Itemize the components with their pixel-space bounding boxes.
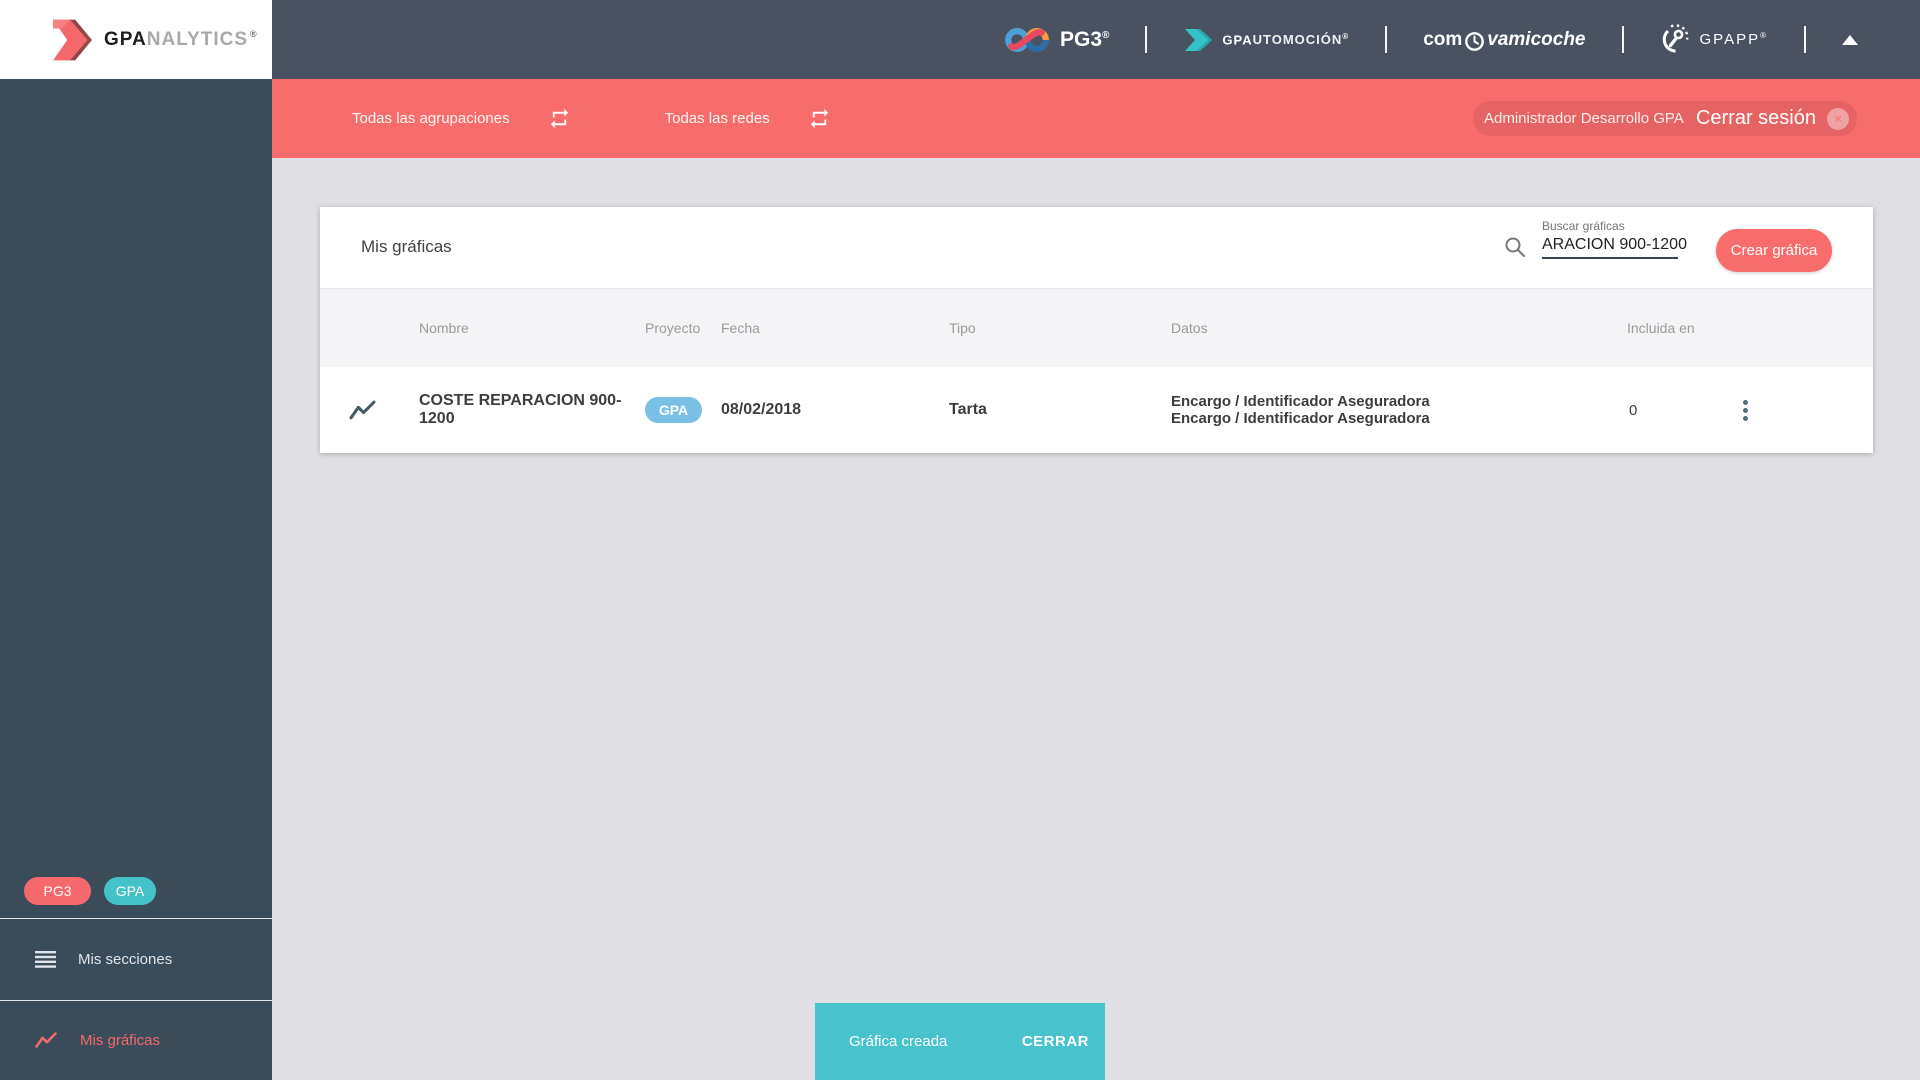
logout-close-icon[interactable]: ×	[1827, 107, 1849, 130]
search-icon[interactable]	[1503, 235, 1527, 259]
user-name-label: Administrador Desarrollo GPA	[1484, 110, 1684, 127]
gpa-analytics-arrow-icon	[46, 15, 92, 65]
row-tipo: Tarta	[949, 401, 987, 418]
col-header-incluida: Incluida en	[1627, 320, 1695, 336]
swap-agrupaciones-icon[interactable]	[548, 107, 571, 130]
logout-button[interactable]: Cerrar sesión	[1696, 107, 1816, 130]
row-menu-kebab-icon[interactable]	[1743, 399, 1749, 421]
top-bar: PG3® GPAUTOMOCIÓN® com vamicoche GPAPP®	[272, 0, 1920, 79]
col-header-fecha: Fecha	[721, 320, 760, 336]
snackbar-message: Gráfica creada	[849, 1033, 948, 1050]
search-label: Buscar gráficas	[1542, 219, 1625, 233]
topbar-divider	[1621, 26, 1624, 53]
menu-icon	[35, 950, 56, 968]
snackbar: Gráfica creada CERRAR	[815, 1003, 1105, 1080]
col-header-datos: Datos	[1171, 320, 1208, 336]
gpa-badge[interactable]: GPA	[104, 877, 156, 905]
filter-bar: Todas las agrupaciones Todas las redes A…	[272, 79, 1920, 158]
sidebar-item-mis-secciones[interactable]: Mis secciones	[0, 918, 272, 1000]
card-header: Mis gráficas Buscar gráficas ARACION 900…	[320, 207, 1873, 288]
app-logo-text: GPANALYTICS ®	[104, 28, 258, 50]
topbar-divider	[1145, 26, 1148, 53]
row-nombre: COSTE REPARACION 900-1200	[419, 392, 622, 427]
snackbar-close-button[interactable]: CERRAR	[1022, 1033, 1089, 1050]
pg3-logo: PG3®	[1004, 25, 1109, 55]
sidebar-context-badges: PG3 GPA	[0, 877, 272, 905]
pg3-infinity-icon	[1004, 25, 1050, 55]
search-field: Buscar gráficas ARACION 900-1200	[1542, 219, 1687, 259]
topbar-divider	[1804, 26, 1806, 53]
row-fecha: 08/02/2018	[721, 401, 802, 418]
redes-filter-label[interactable]: Todas las redes	[665, 110, 770, 127]
chart-type-icon	[320, 399, 419, 422]
col-header-proyecto: Proyecto	[645, 320, 701, 336]
pg3-badge[interactable]: PG3	[24, 877, 91, 905]
gpapp-logo: GPAPP®	[1660, 24, 1768, 55]
table-header: Nombre Proyecto Fecha Tipo Datos Incluid…	[320, 288, 1873, 367]
collapse-arrow-icon[interactable]	[1842, 34, 1858, 45]
swap-redes-icon[interactable]	[808, 107, 831, 130]
row-incluida-en: 0	[1629, 401, 1638, 419]
page-title: Mis gráficas	[361, 237, 452, 256]
mis-graficas-card: Mis gráficas Buscar gráficas ARACION 900…	[320, 207, 1873, 453]
gpautomocion-logo: GPAUTOMOCIÓN®	[1183, 25, 1349, 55]
gpautomocion-arrow-icon	[1183, 25, 1213, 55]
col-header-nombre: Nombre	[419, 320, 469, 336]
topbar-divider	[1385, 26, 1388, 53]
create-chart-button[interactable]: Crear gráfica	[1716, 229, 1832, 272]
gpapp-wrench-gauge-icon	[1660, 24, 1691, 55]
row-datos: Encargo / Identificador Aseguradora Enca…	[1171, 393, 1430, 427]
search-input[interactable]: ARACION 900-1200	[1542, 236, 1687, 259]
row-proyecto-badge: GPA	[645, 397, 702, 423]
agrupaciones-filter-label[interactable]: Todas las agrupaciones	[352, 110, 510, 127]
sidebar-item-label: Mis secciones	[78, 950, 173, 968]
comprovamicoche-logo: com vamicoche	[1423, 29, 1586, 52]
sidebar-item-label: Mis gráficas	[80, 1032, 161, 1049]
sidebar-item-mis-graficas[interactable]: Mis gráficas	[0, 1001, 272, 1080]
sidebar: GPANALYTICS ® PG3 GPA Mis secciones Mis g…	[0, 0, 272, 1080]
session-pill: Administrador Desarrollo GPA Cerrar sesi…	[1473, 101, 1857, 136]
clock-icon	[1464, 31, 1485, 52]
app-logo: GPANALYTICS ®	[0, 0, 272, 79]
table-row[interactable]: COSTE REPARACION 900-1200 GPA 08/02/2018…	[320, 367, 1873, 453]
col-header-tipo: Tipo	[949, 320, 976, 336]
line-chart-icon	[34, 1031, 58, 1050]
